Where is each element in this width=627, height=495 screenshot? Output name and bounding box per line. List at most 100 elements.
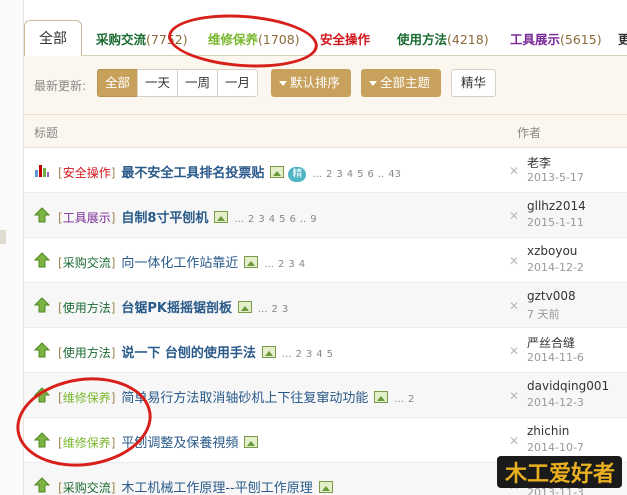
thread-category-tag[interactable]: [工具展示] [58, 211, 115, 225]
table-row[interactable]: [安全操作] 最不安全工具排名投票贴 精... 2 3 4 5 6.. 43 ✕ 老李 2013-5-… [24, 148, 627, 193]
tab-tool-showcase[interactable]: 工具展示(5615) [510, 24, 602, 56]
digest-button[interactable]: 精华 [451, 69, 496, 97]
filter-one-week[interactable]: 一周 [177, 69, 218, 97]
tab-label: 采购交流 [96, 32, 147, 47]
page-link[interactable]: 4 [316, 349, 322, 360]
page-link[interactable]: 2 [248, 214, 254, 225]
thread-title-line: [工具展示] 自制8寸平刨机... 2 3 4 5 6.. 9 [58, 207, 321, 226]
thread-author[interactable]: gllhz2014 [527, 199, 586, 213]
close-icon[interactable]: ✕ [509, 389, 519, 403]
page-link[interactable]: 3 [258, 214, 264, 225]
page-link[interactable]: 2 [408, 394, 414, 405]
chevron-down-icon [279, 81, 287, 86]
tab-more[interactable]: 更 [618, 24, 627, 56]
close-icon[interactable]: ✕ [509, 434, 519, 448]
page-link[interactable]: 9 [310, 214, 316, 225]
thread-subject-link[interactable]: 说一下 台刨的使用手法 [121, 346, 256, 361]
thread-author[interactable]: xzboyou [527, 244, 577, 258]
thread-subject-link[interactable]: 简单易行方法取消轴砂机上下往复窜动功能 [121, 391, 368, 406]
chevron-down-icon [369, 81, 377, 86]
page-link[interactable]: 2 [278, 259, 284, 270]
page-link[interactable]: 43 [388, 169, 401, 180]
tab-all[interactable]: 全部 [24, 20, 82, 57]
thread-up-icon [34, 207, 50, 223]
thread-category-tag[interactable]: [使用方法] [58, 301, 115, 315]
tab-usage[interactable]: 使用方法(4218) [397, 24, 489, 56]
topic-dropdown[interactable]: 全部主题 [361, 69, 441, 97]
page-link[interactable]: 3 [288, 259, 294, 270]
image-attachment-icon [318, 481, 333, 493]
close-icon[interactable]: ✕ [509, 344, 519, 358]
thread-category-tag[interactable]: [采购交流] [58, 481, 115, 495]
page-link[interactable]: 3 [282, 304, 288, 315]
thread-date: 2015-1-11 [527, 216, 584, 229]
page-link[interactable]: 5 [327, 349, 333, 360]
close-icon[interactable]: ✕ [509, 164, 519, 178]
tab-maintenance[interactable]: 维修保养(1708) [208, 24, 300, 56]
thread-subject-link[interactable]: 木工机械工作原理--平刨工作原理 [121, 481, 312, 495]
filter-one-month[interactable]: 一月 [217, 69, 258, 97]
thread-subject-link[interactable]: 最不安全工具排名投票贴 [121, 166, 264, 181]
filter-one-day[interactable]: 一天 [137, 69, 178, 97]
page-link[interactable]: 4 [269, 214, 275, 225]
thread-author[interactable]: 老李 [527, 154, 551, 171]
image-attachment-icon [214, 211, 229, 223]
thread-title-line: [维修保养] 平刨调整及保養視頻 [58, 432, 259, 451]
thread-category-tag[interactable]: [维修保养] [58, 391, 115, 405]
page-link[interactable]: 2 [295, 349, 301, 360]
thread-up-icon [34, 477, 50, 493]
page-link[interactable]: 5 [279, 214, 285, 225]
table-row[interactable]: [采购交流] 向一体化工作站靠近 ... 2 3 4 ✕ xzboyou 2014-12-2 [24, 238, 627, 283]
table-header: 标题 作者 [24, 114, 627, 148]
pagination-ellipsis: .. [377, 169, 385, 180]
image-attachment-icon [374, 391, 389, 403]
page-link[interactable]: 6 [367, 169, 373, 180]
page-link[interactable]: 2 [272, 304, 278, 315]
filter-all-time[interactable]: 全部 [97, 69, 138, 97]
thread-subject-link[interactable]: 向一体化工作站靠近 [121, 256, 238, 271]
thread-subject-link[interactable]: 平刨调整及保養視頻 [121, 436, 238, 451]
page-link[interactable]: 5 [357, 169, 363, 180]
thread-author[interactable]: 严丝合缝 [527, 334, 575, 351]
thread-category-tag[interactable]: [安全操作] [58, 166, 115, 180]
thread-pagination: ... 2 3 4 [264, 259, 309, 270]
thread-author[interactable]: zhichin [527, 424, 569, 438]
thread-category-tag[interactable]: [维修保养] [58, 436, 115, 450]
thread-date: 2014-12-2 [527, 261, 584, 274]
page-link[interactable]: 2 [326, 169, 332, 180]
thread-category-tag[interactable]: [采购交流] [58, 256, 115, 270]
tab-safety[interactable]: 安全操作 [320, 24, 370, 56]
image-attachment-icon [244, 256, 259, 268]
gutter-marker [0, 230, 6, 244]
thread-up-icon [34, 342, 50, 358]
pagination-ellipsis: .. [299, 214, 307, 225]
tag-label: 使用方法 [62, 301, 111, 315]
page-link[interactable]: 4 [299, 259, 305, 270]
tab-purchase-exchange[interactable]: 采购交流(7752) [96, 24, 188, 56]
table-row[interactable]: [维修保养] 简单易行方法取消轴砂机上下往复窜动功能... 2 ✕ davidqing0… [24, 373, 627, 418]
page-link[interactable]: 6 [289, 214, 295, 225]
thread-up-icon [34, 432, 50, 448]
category-tabs: 全部 采购交流(7752) 维修保养(1708) 安全操作 使用方法(4218)… [24, 20, 627, 57]
page-link[interactable]: 3 [336, 169, 342, 180]
tag-label: 维修保养 [62, 436, 111, 450]
thread-up-icon [34, 252, 50, 268]
table-row[interactable]: [使用方法] 说一下 台刨的使用手法... 2 3 4 5 ✕ 严丝合缝 2014-11-6 [24, 328, 627, 373]
sort-dropdown[interactable]: 默认排序 [271, 69, 351, 97]
page-link[interactable]: 3 [306, 349, 312, 360]
close-icon[interactable]: ✕ [509, 209, 519, 223]
tab-count: (4218) [447, 32, 489, 47]
image-attachment-icon [270, 166, 285, 178]
table-row[interactable]: [使用方法] 台锯PK摇摇锯剖板... 2 3 ✕ gztv008 7 天前 [24, 283, 627, 328]
close-icon[interactable]: ✕ [509, 299, 519, 313]
thread-author[interactable]: gztv008 [527, 289, 576, 303]
page-link[interactable]: 4 [347, 169, 353, 180]
table-row[interactable]: [工具展示] 自制8寸平刨机... 2 3 4 5 6.. 9 ✕ gllhz2014 2015-1… [24, 193, 627, 238]
thread-author[interactable]: davidqing001 [527, 379, 609, 393]
thread-subject-link[interactable]: 台锯PK摇摇锯剖板 [121, 301, 232, 316]
thread-up-icon [34, 387, 50, 403]
close-icon[interactable]: ✕ [509, 254, 519, 268]
tab-label: 更 [618, 32, 627, 47]
thread-category-tag[interactable]: [使用方法] [58, 346, 115, 360]
thread-subject-link[interactable]: 自制8寸平刨机 [121, 211, 208, 226]
